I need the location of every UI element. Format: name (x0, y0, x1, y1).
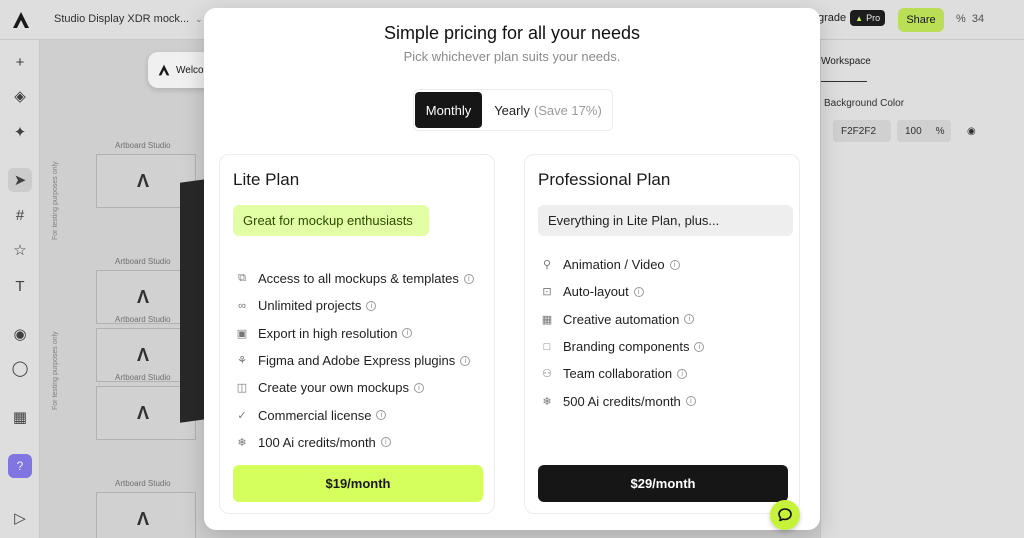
feature-item: ▦ Creative automation i (540, 306, 704, 333)
info-icon[interactable]: i (684, 314, 695, 325)
professional-plan-subscribe-button[interactable]: $29/month (538, 465, 788, 502)
mockup-icon: ⧉ (238, 272, 246, 285)
auto-layout-icon: ⊡ (542, 286, 552, 299)
feature-item: ✓ Commercial license i (235, 401, 474, 428)
info-icon[interactable]: i (460, 355, 471, 366)
modal-title: Simple pricing for all your needs (383, 23, 641, 43)
feature-list: ⚲ Animation / Video i ⊡ Auto-layout i ▦ Creat… (540, 251, 705, 415)
feature-list: ⧉ Access to all mockups & templates i ∞ Unl… (235, 265, 474, 456)
feature-item: ⚘ Figma and Adobe Express plugins i (235, 347, 474, 374)
animation-icon: ⚲ (542, 259, 552, 272)
info-icon[interactable]: i (669, 259, 680, 270)
feature-item: ⚲ Animation / Video i (540, 251, 704, 278)
info-icon[interactable]: i (685, 396, 696, 407)
chat-bubble-icon (778, 508, 792, 522)
image-icon: ▣ (236, 327, 248, 340)
create-mockup-icon: ◫ (236, 382, 248, 395)
info-icon[interactable]: i (380, 437, 391, 448)
plan-tagline: Great for mockup enthusiasts (233, 205, 429, 236)
chat-support-button[interactable] (770, 500, 800, 530)
plugin-icon: ⚘ (237, 355, 247, 368)
feature-item: ⧉ Access to all mockups & templates i (235, 265, 474, 292)
monthly-toggle-button[interactable]: Monthly (415, 92, 482, 128)
lite-plan-card: Lite Plan Great for mockup enthusiasts ⧉… (219, 154, 495, 514)
folder-icon: □ (543, 340, 551, 353)
info-icon[interactable]: i (402, 328, 413, 339)
feature-item: ▣ Export in high resolution i (235, 320, 474, 347)
infinity-icon: ∞ (238, 299, 246, 312)
feature-item: ⊡ Auto-layout i (540, 278, 704, 305)
info-icon[interactable]: i (366, 300, 377, 311)
feature-item: ∞ Unlimited projects i (235, 292, 474, 319)
professional-plan-card: Professional Plan Everything in Lite Pla… (524, 154, 800, 514)
yearly-toggle-button[interactable]: Yearly (Save 17%) (486, 92, 610, 128)
check-icon: ✓ (237, 409, 247, 422)
snowflake-icon: ❄ (542, 395, 552, 408)
feature-item: ❄ 500 Ai credits/month i (540, 387, 704, 414)
billing-toggle: Monthly Yearly (Save 17%) (413, 89, 613, 131)
feature-item: ⚇ Team collaboration i (540, 360, 704, 387)
plan-tagline: Everything in Lite Plan, plus... (538, 205, 793, 236)
modal-subtitle: Pick whichever plan suits your needs. (403, 49, 621, 64)
pricing-modal: Simple pricing for all your needs Pick w… (204, 8, 820, 530)
info-icon[interactable]: i (633, 286, 644, 297)
info-icon[interactable]: i (694, 341, 705, 352)
info-icon[interactable]: i (414, 382, 425, 393)
grid-icon: ▦ (541, 313, 553, 326)
plan-name: Lite Plan (233, 170, 300, 189)
feature-item: □ Branding components i (540, 333, 705, 360)
feature-item: ◫ Create your own mockups i (235, 374, 474, 401)
plan-name: Professional Plan (538, 170, 671, 189)
info-icon[interactable]: i (463, 273, 474, 284)
feature-item: ❄ 100 Ai credits/month i (235, 429, 474, 456)
team-icon: ⚇ (542, 368, 552, 381)
info-icon[interactable]: i (376, 410, 387, 421)
snowflake-icon: ❄ (237, 436, 247, 449)
lite-plan-subscribe-button[interactable]: $19/month (233, 465, 483, 502)
info-icon[interactable]: i (677, 368, 688, 379)
